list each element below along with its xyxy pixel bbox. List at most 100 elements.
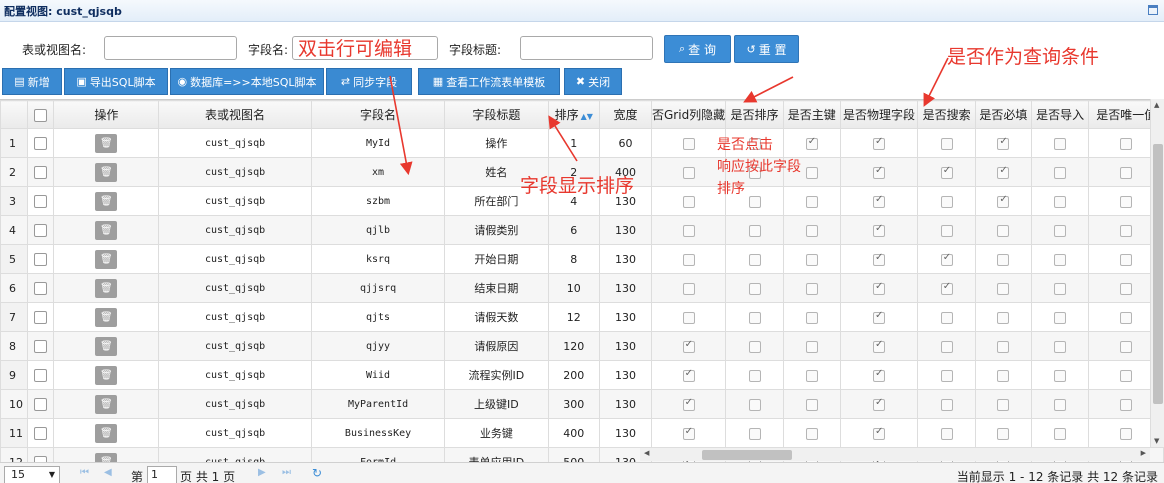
searchable-checkbox[interactable] (940, 224, 953, 237)
importable-checkbox[interactable] (1054, 311, 1067, 324)
grid-vertical-scrollbar[interactable]: ▲ ▼ (1150, 99, 1164, 447)
physical-checkbox[interactable] (872, 252, 885, 266)
unique-checkbox[interactable] (1120, 253, 1133, 266)
table-row[interactable]: 4 🗑 cust_qjsqb qjlb 请假类别 6 130 (0, 215, 1164, 245)
trash-icon[interactable]: 🗑 (95, 278, 118, 298)
row-select-checkbox[interactable] (34, 252, 48, 266)
required-checkbox[interactable] (997, 427, 1010, 440)
searchable-checkbox[interactable] (940, 340, 953, 353)
refresh-icon[interactable]: ↻ (312, 466, 322, 480)
importable-checkbox[interactable] (1054, 224, 1067, 237)
maximize-icon[interactable] (1148, 5, 1158, 15)
physical-checkbox[interactable] (872, 397, 885, 411)
scroll-left-icon[interactable]: ◀ (644, 449, 649, 457)
trash-icon[interactable]: 🗑 (95, 365, 118, 385)
reset-button[interactable]: ↺ 重 置 (734, 35, 799, 63)
col-header-importable[interactable]: 是否导入 (1030, 100, 1090, 129)
last-page-icon[interactable]: ⏭ (282, 467, 291, 478)
required-checkbox[interactable] (997, 165, 1010, 179)
trash-icon[interactable]: 🗑 (95, 191, 118, 211)
importable-checkbox[interactable] (1054, 166, 1067, 179)
required-checkbox[interactable] (997, 311, 1010, 324)
physical-checkbox[interactable] (872, 194, 885, 208)
required-checkbox[interactable] (997, 369, 1010, 382)
table-row[interactable]: 1 🗑 cust_qjsqb MyId 操作 1 60 (0, 128, 1164, 158)
primary-key-checkbox[interactable] (805, 340, 818, 353)
grid-hidden-checkbox[interactable] (682, 368, 695, 382)
table-name-input[interactable] (104, 36, 237, 60)
sortable-checkbox[interactable] (748, 369, 761, 382)
trash-icon[interactable]: 🗑 (95, 307, 118, 327)
primary-key-checkbox[interactable] (805, 398, 818, 411)
row-select-checkbox[interactable] (34, 310, 48, 324)
col-header-physical[interactable]: 是否物理字段 (839, 100, 919, 129)
unique-checkbox[interactable] (1120, 195, 1133, 208)
sortable-checkbox[interactable] (748, 427, 761, 440)
importable-checkbox[interactable] (1054, 253, 1067, 266)
row-select-cell[interactable] (26, 331, 55, 361)
grid-hidden-checkbox[interactable] (682, 166, 695, 179)
searchable-checkbox[interactable] (940, 311, 953, 324)
unique-checkbox[interactable] (1120, 282, 1133, 295)
row-select-cell[interactable] (26, 389, 55, 419)
primary-key-checkbox[interactable] (805, 224, 818, 237)
col-header-sortable[interactable]: 是否排序 (725, 100, 784, 129)
row-select-checkbox[interactable] (34, 223, 48, 237)
physical-checkbox[interactable] (872, 339, 885, 353)
grid-horizontal-scrollbar[interactable]: ◀ ▶ (640, 447, 1150, 461)
table-row[interactable]: 11 🗑 cust_qjsqb BusinessKey 业务键 400 130 (0, 418, 1164, 448)
page-number-input[interactable]: 1 (147, 466, 177, 483)
grid-hidden-checkbox[interactable] (682, 195, 695, 208)
query-button[interactable]: ⌕ 查 询 (664, 35, 731, 63)
grid-hidden-checkbox[interactable] (682, 282, 695, 295)
primary-key-checkbox[interactable] (805, 282, 818, 295)
scroll-up-icon[interactable]: ▲ (1154, 101, 1159, 109)
grid-hidden-checkbox[interactable] (682, 137, 695, 150)
physical-checkbox[interactable] (872, 368, 885, 382)
trash-icon[interactable]: 🗑 (95, 133, 118, 153)
col-header-width[interactable]: 宽度 (599, 100, 652, 129)
importable-checkbox[interactable] (1054, 369, 1067, 382)
db-to-sql-button[interactable]: ◉ 数据库=>>本地SQL脚本 (170, 68, 324, 95)
table-row[interactable]: 7 🗑 cust_qjsqb qjts 请假天数 12 130 (0, 302, 1164, 332)
row-select-cell[interactable] (26, 447, 55, 462)
physical-checkbox[interactable] (872, 223, 885, 237)
searchable-checkbox[interactable] (940, 137, 953, 150)
primary-key-checkbox[interactable] (805, 369, 818, 382)
select-all-cell[interactable] (26, 100, 55, 129)
row-select-cell[interactable] (26, 360, 55, 390)
row-select-cell[interactable] (26, 186, 55, 216)
next-page-icon[interactable]: ▶ (258, 467, 266, 478)
physical-checkbox[interactable] (872, 136, 885, 150)
col-header-primary-key[interactable]: 是否主键 (782, 100, 841, 129)
close-button[interactable]: ✖ 关闭 (564, 68, 622, 95)
grid-hidden-checkbox[interactable] (682, 397, 695, 411)
row-select-cell[interactable] (26, 157, 55, 187)
unique-checkbox[interactable] (1120, 166, 1133, 179)
row-select-cell[interactable] (26, 244, 55, 274)
row-select-checkbox[interactable] (34, 368, 48, 382)
unique-checkbox[interactable] (1120, 427, 1133, 440)
first-page-icon[interactable]: ⏮ (80, 467, 89, 478)
sortable-checkbox[interactable] (748, 224, 761, 237)
row-select-checkbox[interactable] (34, 281, 48, 295)
col-header-title[interactable]: 字段标题 (444, 100, 549, 129)
page-size-select[interactable]: 15 ▼ (4, 466, 60, 483)
searchable-checkbox[interactable] (940, 369, 953, 382)
col-header-action[interactable]: 操作 (53, 100, 160, 129)
col-header-table[interactable]: 表或视图名 (158, 100, 312, 129)
grid-hidden-checkbox[interactable] (682, 224, 695, 237)
row-select-cell[interactable] (26, 128, 55, 158)
importable-checkbox[interactable] (1054, 195, 1067, 208)
trash-icon[interactable]: 🗑 (95, 162, 118, 182)
table-row[interactable]: 10 🗑 cust_qjsqb MyParentId 上级键ID 300 130 (0, 389, 1164, 419)
grid-hidden-checkbox[interactable] (682, 426, 695, 440)
row-select-cell[interactable] (26, 215, 55, 245)
col-header-required[interactable]: 是否必填 (975, 100, 1032, 129)
required-checkbox[interactable] (997, 136, 1010, 150)
required-checkbox[interactable] (997, 253, 1010, 266)
trash-icon[interactable]: 🗑 (95, 394, 118, 414)
physical-checkbox[interactable] (872, 165, 885, 179)
select-all-checkbox[interactable] (34, 108, 48, 122)
sync-fields-button[interactable]: ⇄ 同步字段 (326, 68, 412, 95)
